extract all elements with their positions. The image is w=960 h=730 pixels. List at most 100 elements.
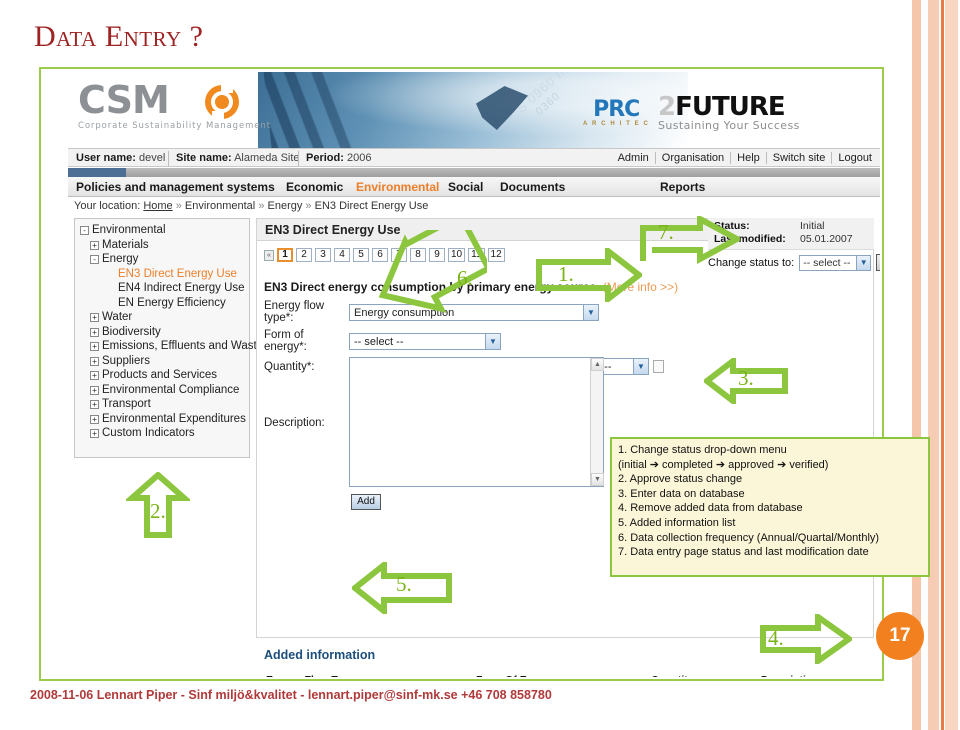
pager-page-2[interactable]: 2 xyxy=(296,248,312,262)
tree-item-label: Transport xyxy=(102,398,151,410)
col-energy-flow-type[interactable]: Energy Flow Type xyxy=(264,672,474,677)
proceed-button[interactable]: Proceed xyxy=(876,254,880,271)
collapse-icon[interactable]: - xyxy=(90,255,99,264)
callout-label-4: 4. xyxy=(768,626,784,650)
future-logo-sub: Sustaining Your Success xyxy=(658,119,800,132)
tree-item-1[interactable]: + Materials xyxy=(90,238,246,253)
nav-tab-social[interactable]: Social xyxy=(448,180,483,194)
tree-item-11[interactable]: + Environmental Compliance xyxy=(90,383,246,398)
tree-item-3[interactable]: EN3 Direct Energy Use xyxy=(106,267,246,282)
col-description[interactable]: Description xyxy=(759,672,854,677)
tree-item-7[interactable]: + Biodiversity xyxy=(90,325,246,340)
legend-box: 1. Change status drop-down menu (initial … xyxy=(610,437,930,577)
tree-item-0[interactable]: - Environmental xyxy=(80,223,246,238)
csm-tagline: Corporate Sustainability Management xyxy=(78,121,271,131)
breadcrumb-part-1[interactable]: Environmental xyxy=(185,200,255,212)
nav-link-admin[interactable]: Admin xyxy=(611,152,656,164)
status-value: Initial xyxy=(800,220,825,232)
breadcrumb-home[interactable]: Home xyxy=(143,200,172,212)
tree-item-label: Suppliers xyxy=(102,354,150,367)
legend-line-2: (initial ➔ completed ➔ approved ➔ verifi… xyxy=(618,458,829,471)
pager-page-5[interactable]: 5 xyxy=(353,248,369,262)
callout-arrow-7: 7. xyxy=(640,216,740,264)
callout-arrow-3: 3. xyxy=(704,358,788,404)
slide-number-badge: 17 xyxy=(876,612,924,660)
col-form-of-energy[interactable]: Form Of Energy xyxy=(474,672,649,677)
tree-item-9[interactable]: + Suppliers xyxy=(90,354,246,369)
expand-icon[interactable]: + xyxy=(90,356,99,366)
legend-line-6: 5. Added information list xyxy=(618,516,736,529)
legend-line-3: 2. Approve status change xyxy=(618,473,743,486)
main-nav: Policies and management systems Economic… xyxy=(68,177,880,197)
nav-link-help[interactable]: Help xyxy=(731,152,767,164)
expand-icon[interactable]: + xyxy=(90,371,99,380)
pager-page-1[interactable]: 1 xyxy=(277,248,293,262)
legend-line-7: 6. Data collection frequency (Annual/Qua… xyxy=(618,531,880,544)
legend-line-8: 7. Data entry page status and last modif… xyxy=(618,546,869,559)
sidebar-tree-panel: - Environmental + Materials - Energy EN3 Direc… xyxy=(74,218,263,458)
callout-label-1: 1. xyxy=(558,262,574,286)
user-bar-divider-2 xyxy=(298,151,299,166)
legend-line-1: 1. Change status drop-down menu xyxy=(618,444,787,456)
tree-item-10[interactable]: + Products and Services xyxy=(90,368,246,383)
prc-logo: PRC A R C H I T E C xyxy=(583,97,649,128)
pager-page-12[interactable]: 12 xyxy=(487,248,505,262)
pager-page-3[interactable]: 3 xyxy=(315,248,331,262)
scroll-up-icon[interactable]: ▲ xyxy=(591,358,604,371)
tree-item-8[interactable]: + Emissions, Effluents and Waste xyxy=(90,339,263,354)
callout-label-5: 5. xyxy=(396,572,412,596)
callout-label-6: 6. xyxy=(457,266,473,290)
expand-icon[interactable]: + xyxy=(90,327,99,337)
form-of-energy-select[interactable]: -- select -- ▼ xyxy=(349,332,501,350)
nav-tab-reports[interactable]: Reports xyxy=(660,180,705,194)
period-label: Period: xyxy=(306,152,344,164)
tree-item-5[interactable]: EN Energy Efficiency xyxy=(106,296,246,311)
tree-item-2[interactable]: - Energy xyxy=(90,252,246,267)
scroll-down-icon[interactable]: ▼ xyxy=(591,473,604,486)
add-button[interactable]: Add xyxy=(351,494,381,510)
breadcrumb-part-2[interactable]: Energy xyxy=(268,200,303,212)
expand-icon[interactable]: + xyxy=(90,385,99,395)
expand-icon[interactable]: + xyxy=(90,414,99,424)
period-value: 2006 xyxy=(346,152,372,164)
top-nav-links: Admin Organisation Help Switch site Logout xyxy=(611,152,874,164)
expand-icon[interactable]: + xyxy=(90,240,99,250)
tree-item-6[interactable]: + Water xyxy=(90,310,246,325)
tree-item-12[interactable]: + Transport xyxy=(90,397,246,412)
change-status-select[interactable]: -- select -- ▼ xyxy=(799,254,872,271)
tree-item-label: Emissions, Effluents and Waste xyxy=(102,340,264,352)
nav-tab-environmental[interactable]: Environmental xyxy=(356,180,439,194)
change-status-value: -- select -- xyxy=(803,256,851,269)
col-quantity[interactable]: Quantity xyxy=(649,672,759,677)
expand-icon[interactable]: + xyxy=(90,429,99,438)
nav-link-organisation[interactable]: Organisation xyxy=(655,152,732,164)
user-bar-divider-1 xyxy=(168,151,169,166)
nav-tab-policies[interactable]: Policies and management systems xyxy=(76,180,275,194)
tree-item-label: Water xyxy=(102,311,133,323)
collapse-icon[interactable]: - xyxy=(80,226,89,235)
callout-arrow-2: 2. xyxy=(126,472,190,538)
edge-stripe-2 xyxy=(928,0,939,730)
page-info-icon[interactable] xyxy=(653,360,664,373)
site-name-value: Alameda Site xyxy=(234,152,300,164)
csm-logo-mark xyxy=(204,84,240,120)
expand-icon[interactable]: + xyxy=(90,313,99,322)
breadcrumb-sep-3: » xyxy=(305,200,312,212)
textarea-scrollbar[interactable]: ▲ ▼ xyxy=(590,358,604,486)
expand-icon[interactable]: + xyxy=(90,342,99,351)
tree-item-4[interactable]: EN4 Indirect Energy Use xyxy=(106,281,246,296)
pager-first-icon[interactable]: « xyxy=(264,249,274,261)
modified-value: 05.01.2007 xyxy=(800,233,853,245)
expand-icon[interactable]: + xyxy=(90,400,99,409)
pager-page-4[interactable]: 4 xyxy=(334,248,350,262)
nav-link-logout[interactable]: Logout xyxy=(832,152,874,164)
nav-link-switch-site[interactable]: Switch site xyxy=(766,152,833,164)
tree-item-14[interactable]: + Custom Indicators xyxy=(90,426,246,441)
prc-logo-text: PRC xyxy=(593,97,640,122)
tree-item-label: Biodiversity xyxy=(102,325,161,338)
nav-tab-economic[interactable]: Economic xyxy=(286,180,343,194)
nav-tab-documents[interactable]: Documents xyxy=(500,180,565,194)
description-textarea[interactable]: ▲ ▼ xyxy=(349,357,604,487)
tree-item-13[interactable]: + Environmental Expenditures xyxy=(90,412,246,427)
